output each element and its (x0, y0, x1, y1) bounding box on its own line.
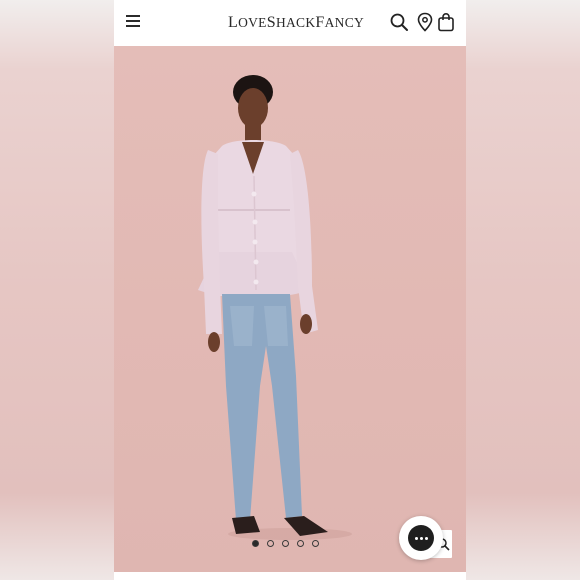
site-header: LOVESHACKFANCY (114, 0, 466, 46)
model-photo (198, 75, 352, 540)
logo-text-ancy: ANCY (324, 15, 365, 30)
right-blurred-backdrop (466, 0, 580, 580)
carousel-dots (252, 540, 319, 550)
logo-letter-l: L (228, 14, 239, 31)
hamburger-menu-icon[interactable] (126, 15, 140, 27)
shopping-bag-icon[interactable] (436, 12, 456, 32)
carousel-dot-3[interactable] (282, 540, 289, 547)
logo-letter-s: S (266, 14, 276, 31)
carousel-dot-4[interactable] (297, 540, 304, 547)
search-icon[interactable] (389, 12, 409, 32)
chat-icon (408, 525, 434, 551)
chat-button[interactable] (399, 516, 443, 560)
carousel-dot-2[interactable] (267, 540, 274, 547)
brand-logo[interactable]: LOVESHACKFANCY (228, 14, 364, 32)
product-hero-image[interactable] (114, 46, 466, 572)
carousel-dot-1[interactable] (252, 540, 259, 547)
left-blurred-backdrop (0, 0, 114, 580)
logo-text-ove: OVE (238, 15, 267, 30)
logo-letter-f: F (315, 14, 325, 31)
logo-text-hack: HACK (275, 15, 316, 30)
bottom-bar (114, 572, 466, 580)
carousel-dot-5[interactable] (312, 540, 319, 547)
location-pin-icon[interactable] (415, 12, 435, 32)
mobile-viewport: LOVESHACKFANCY (114, 0, 466, 580)
